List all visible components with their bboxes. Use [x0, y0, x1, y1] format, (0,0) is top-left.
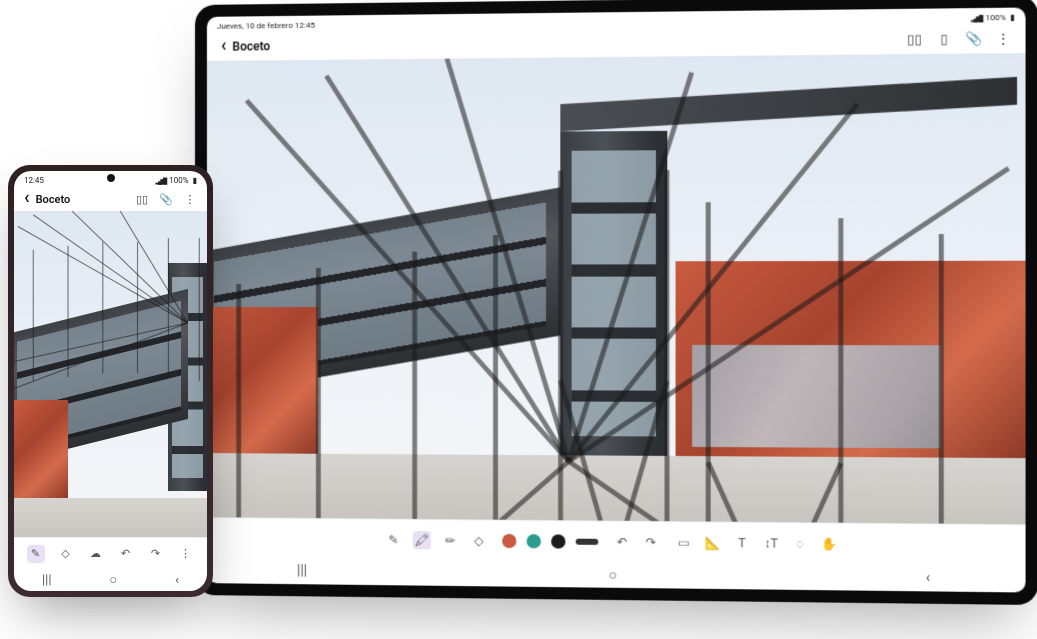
more-icon[interactable]: ⋮ [183, 192, 197, 206]
redo-button[interactable]: ↷ [147, 545, 165, 563]
more-icon[interactable]: ⋮ [996, 31, 1011, 46]
pen-tool[interactable]: ✎ [27, 545, 45, 563]
app-header: Boceto ▯▯ 📎 ⋮ [14, 187, 207, 211]
more-icon[interactable]: ⋮ [177, 545, 195, 563]
header-actions: ▯▯ ▯ 📎 ⋮ [907, 31, 1011, 46]
sketch-red-wall-left [207, 307, 318, 454]
reader-mode-icon[interactable]: ▯▯ [907, 32, 922, 47]
phone-camera [107, 174, 115, 182]
sketch-red-wall-left [14, 400, 68, 498]
shapes-tool[interactable]: ▭ [675, 533, 694, 552]
extra-tools: ▭ 📐 T ↕T ◌ ✋ [675, 533, 839, 553]
page-title: Boceto [232, 39, 270, 53]
battery-percent: 100% [169, 176, 188, 185]
nav-home[interactable]: ○ [109, 572, 117, 588]
status-right: 100% [971, 12, 1015, 22]
phone-device: 12:45 100% Boceto ▯▯ 📎 ⋮ [8, 165, 213, 597]
tablet-screen: Jueves, 10 de febrero 12:45 100% Boceto … [207, 7, 1026, 592]
reader-mode-icon[interactable]: ▯▯ [135, 192, 149, 206]
straighten-tool[interactable]: ↕T [762, 534, 781, 553]
undo-button[interactable]: ↶ [117, 545, 135, 563]
status-right: 100% [156, 176, 198, 185]
cloud-sync-icon[interactable]: ☁ [87, 545, 105, 563]
drawing-toolbar: ✎ ◇ ☁ ↶ ↷ ⋮ [14, 537, 207, 569]
lasso-tool[interactable]: ◌ [791, 534, 810, 553]
nav-back[interactable]: ‹ [175, 573, 179, 588]
battery-percent: 100% [985, 12, 1006, 22]
system-nav: ||| ○ ‹ [14, 569, 207, 591]
text-tool[interactable]: T [733, 533, 752, 552]
pen-tool[interactable]: ✎ [384, 530, 402, 548]
swatch-teal[interactable] [527, 534, 541, 548]
undo-button[interactable]: ↶ [613, 532, 632, 550]
nav-back[interactable]: ‹ [926, 570, 930, 587]
sketch-tower [561, 131, 667, 456]
back-icon[interactable] [221, 40, 227, 54]
nav-recents[interactable]: ||| [42, 573, 52, 588]
attach-icon[interactable]: 📎 [159, 192, 173, 206]
history-tools: ↶ ↷ [613, 532, 660, 551]
sketch-ground [207, 453, 1026, 524]
attach-icon[interactable]: 📎 [966, 32, 981, 47]
status-datetime: Jueves, 10 de febrero 12:45 [217, 20, 315, 30]
redo-button[interactable]: ↷ [642, 533, 661, 552]
header-actions: ▯▯ 📎 ⋮ [135, 192, 197, 206]
signal-icon [156, 176, 166, 185]
sketch-ground [14, 498, 207, 537]
drawing-canvas[interactable] [207, 53, 1026, 524]
page-icon[interactable]: ▯ [937, 32, 952, 47]
back-icon[interactable] [24, 193, 30, 206]
tablet-notch [590, 0, 629, 10]
page-title: Boceto [36, 193, 71, 206]
color-swatches [502, 533, 598, 548]
header-left[interactable]: Boceto [24, 193, 70, 206]
battery-icon [193, 176, 197, 185]
swatch-red[interactable] [502, 533, 516, 547]
nav-recents[interactable]: ||| [297, 563, 307, 579]
nav-home[interactable]: ○ [608, 566, 617, 583]
header-left[interactable]: Boceto [221, 39, 270, 54]
drawing-canvas[interactable] [14, 211, 207, 537]
highlighter-tool[interactable]: ✏ [441, 531, 459, 549]
hand-tool[interactable]: ✋ [820, 534, 839, 553]
signal-icon [971, 13, 981, 22]
sketch-glass-right [692, 345, 942, 449]
stroke-width[interactable] [576, 538, 599, 544]
eraser-tool[interactable]: ◇ [470, 531, 488, 549]
swatch-black[interactable] [551, 534, 565, 548]
tablet-device: Jueves, 10 de febrero 12:45 100% Boceto … [195, 0, 1037, 605]
ruler-tool[interactable]: 📐 [703, 533, 722, 552]
pen-tools: ✎ 🖍 ✏ ◇ [384, 530, 487, 549]
marker-tool[interactable]: 🖍 [413, 531, 431, 549]
battery-icon [1010, 12, 1015, 21]
phone-screen: 12:45 100% Boceto ▯▯ 📎 ⋮ [14, 171, 207, 591]
status-time: 12:45 [24, 176, 44, 185]
eraser-tool[interactable]: ◇ [57, 545, 75, 563]
